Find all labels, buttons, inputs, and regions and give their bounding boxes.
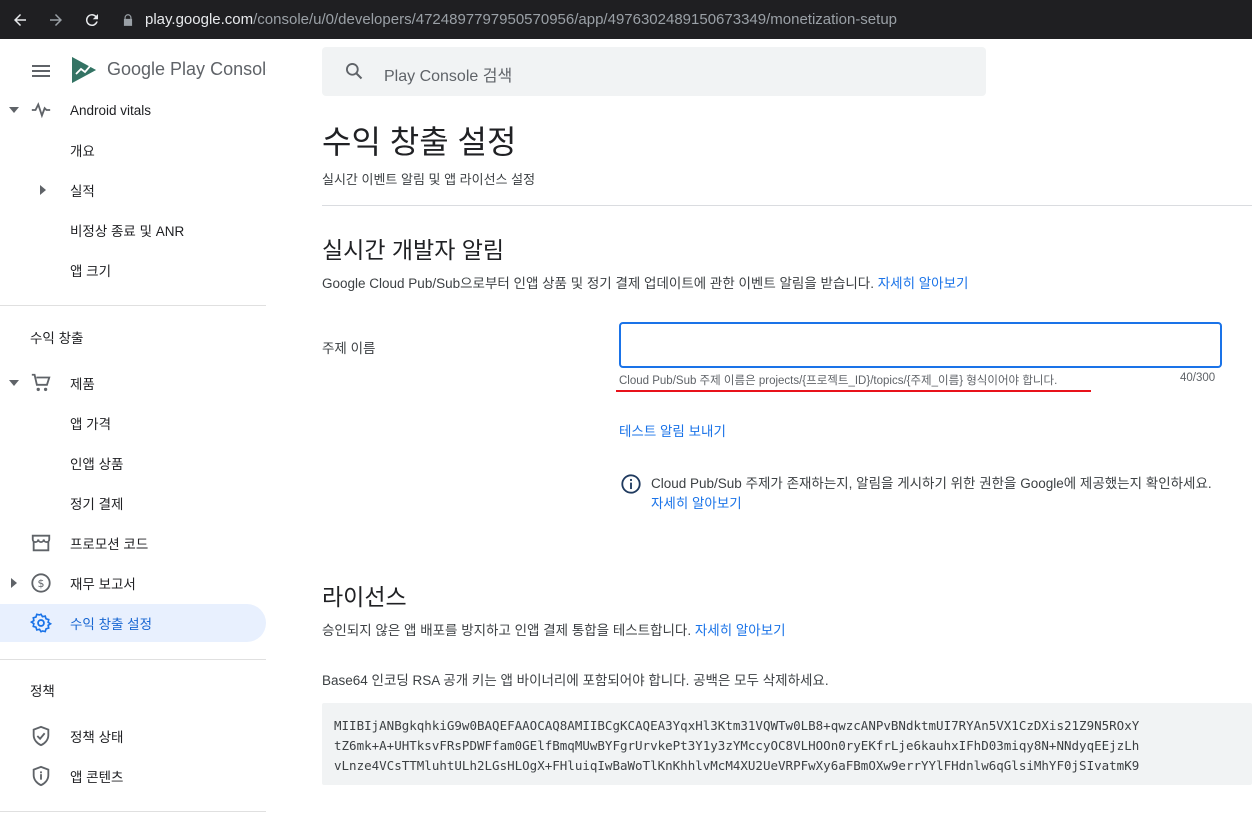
reload-icon[interactable] <box>81 9 103 31</box>
sidebar-item-label: 재무 보고서 <box>70 577 136 592</box>
sidebar-divider <box>0 811 266 812</box>
url-host: play.google.com <box>145 11 254 28</box>
sidebar-item-overview[interactable]: 개요 <box>0 131 266 169</box>
sidebar-section-policy: 정책 <box>30 684 55 699</box>
browser-address-bar: play.google.com/console/u/0/developers/4… <box>0 0 1252 39</box>
sidebar-item-label: 정기 결제 <box>70 497 124 512</box>
search-bar[interactable]: Play Console 검색 <box>322 47 986 96</box>
sidebar-item-app-pricing[interactable]: 앱 가격 <box>0 404 266 442</box>
info-icon <box>621 474 641 494</box>
licensing-title: 라이선스 <box>322 584 407 610</box>
search-placeholder: Play Console 검색 <box>384 68 513 85</box>
back-arrow-icon[interactable] <box>9 9 31 31</box>
sidebar-item-performance[interactable]: 실적 <box>0 171 266 209</box>
public-key-label: Base64 인코딩 RSA 공개 키는 앱 바이너리에 포함되어야 합니다. … <box>322 673 829 688</box>
dollar-icon: $ <box>31 573 51 593</box>
sidebar-item-label: 인앱 상품 <box>70 457 124 472</box>
url-field[interactable]: play.google.com/console/u/0/developers/4… <box>121 11 897 28</box>
sidebar-divider <box>0 659 266 660</box>
forward-arrow-icon[interactable] <box>45 9 67 31</box>
store-icon <box>31 534 51 552</box>
cart-icon <box>31 373 51 392</box>
vitals-pulse-icon <box>31 102 51 119</box>
sidebar-item-label: 수익 창출 설정 <box>70 617 153 632</box>
sidebar: Google Play Console Android vitals 개요 실적… <box>0 39 268 816</box>
page-title: 수익 창출 설정 <box>322 124 517 160</box>
sidebar-item-financial-reports[interactable]: $ 재무 보고서 <box>0 564 266 602</box>
public-key-line: MIIBIjANBgkqhkiG9w0BAQEFAAOCAQ8AMIIBCgKC… <box>334 718 1140 733</box>
brand-title: Google Play Console <box>107 59 267 79</box>
sidebar-item-label: 실적 <box>70 184 95 199</box>
send-test-notification-link[interactable]: 테스트 알림 보내기 <box>619 420 726 440</box>
caret-down-icon <box>9 380 19 386</box>
menu-icon[interactable] <box>32 65 50 77</box>
public-key-box[interactable]: MIIBIjANBgkqhkiG9w0BAQEFAAOCAQ8AMIIBCgKC… <box>322 703 1252 785</box>
sidebar-item-label: 앱 콘텐츠 <box>70 770 124 785</box>
topic-name-counter: 40/300 <box>1180 372 1216 384</box>
sidebar-item-promo-codes[interactable]: 프로모션 코드 <box>0 524 266 562</box>
sidebar-item-label: Android vitals <box>70 102 152 118</box>
sidebar-item-app-content[interactable]: 앱 콘텐츠 <box>0 757 266 795</box>
topic-name-label: 주제 이름 <box>322 341 376 356</box>
public-key-line: tZ6mk+A+UHTksvFRsPDWFfam0GElfBmqMUwBYFgr… <box>334 738 1140 753</box>
topic-name-hint: Cloud Pub/Sub 주제 이름은 projects/{프로젝트_ID}/… <box>619 375 1058 387</box>
sidebar-divider <box>0 305 266 306</box>
play-console-logo <box>72 57 96 83</box>
sidebar-section-monetization: 수익 창출 <box>30 331 84 346</box>
caret-right-icon <box>40 185 46 195</box>
sidebar-item-label: 프로모션 코드 <box>70 537 149 552</box>
header-divider <box>322 205 1252 206</box>
url-path: /console/u/0/developers/4724897797950570… <box>253 11 898 28</box>
sidebar-item-app-size[interactable]: 앱 크기 <box>0 251 266 289</box>
rtdn-description: Google Cloud Pub/Sub으로부터 인앱 상품 및 정기 결제 업… <box>322 276 969 291</box>
search-icon <box>346 62 363 80</box>
page-subtitle: 실시간 이벤트 알림 및 앱 라이선스 설정 <box>322 172 536 187</box>
info-message: Cloud Pub/Sub 주제가 존재하는지, 알림을 게시하기 위한 권한을… <box>651 474 1212 514</box>
sidebar-item-label: 제품 <box>70 377 95 392</box>
public-key-line: vLnze4VCsTTMluhtULh2LGsHLOgX+FHluiqIwBaW… <box>334 758 1140 773</box>
sidebar-item-label: 정책 상태 <box>70 730 124 745</box>
sidebar-item-monetization-setup[interactable]: 수익 창출 설정 <box>0 604 266 642</box>
sidebar-item-in-app-products[interactable]: 인앱 상품 <box>0 444 266 482</box>
rtdn-learn-more-link[interactable]: 자세히 알아보기 <box>878 276 969 291</box>
info-learn-more-link[interactable]: 자세히 알아보기 <box>651 494 1212 514</box>
main-content: Play Console 검색 수익 창출 설정 실시간 이벤트 알림 및 앱 … <box>268 39 1252 816</box>
caret-right-icon <box>11 578 17 588</box>
sidebar-item-label: 앱 가격 <box>70 417 112 432</box>
licensing-description: 승인되지 않은 앱 배포를 방지하고 인앱 결제 통합을 테스트합니다. 자세히… <box>322 623 786 638</box>
licensing-learn-more-link[interactable]: 자세히 알아보기 <box>695 623 786 638</box>
rtdn-title: 실시간 개발자 알림 <box>322 237 505 263</box>
sidebar-item-label: 앱 크기 <box>70 264 112 279</box>
lock-icon <box>123 13 133 26</box>
sidebar-item-crashes-anr[interactable]: 비정상 종료 및 ANR <box>0 211 266 249</box>
shield-check-icon <box>32 725 50 747</box>
caret-down-icon <box>9 107 19 113</box>
red-annotation-underline <box>616 390 1091 392</box>
sidebar-item-label: 비정상 종료 및 ANR <box>70 224 185 239</box>
svg-text:$: $ <box>38 577 45 590</box>
sidebar-item-policy-status[interactable]: 정책 상태 <box>0 717 266 755</box>
sidebar-item-android-vitals[interactable]: Android vitals <box>0 91 266 129</box>
topic-name-input[interactable] <box>619 322 1222 368</box>
sidebar-item-subscriptions[interactable]: 정기 결제 <box>0 484 266 522</box>
shield-info-icon <box>32 765 50 787</box>
gear-icon <box>30 613 52 633</box>
sidebar-item-products[interactable]: 제품 <box>0 364 266 402</box>
sidebar-item-label: 개요 <box>70 144 95 159</box>
